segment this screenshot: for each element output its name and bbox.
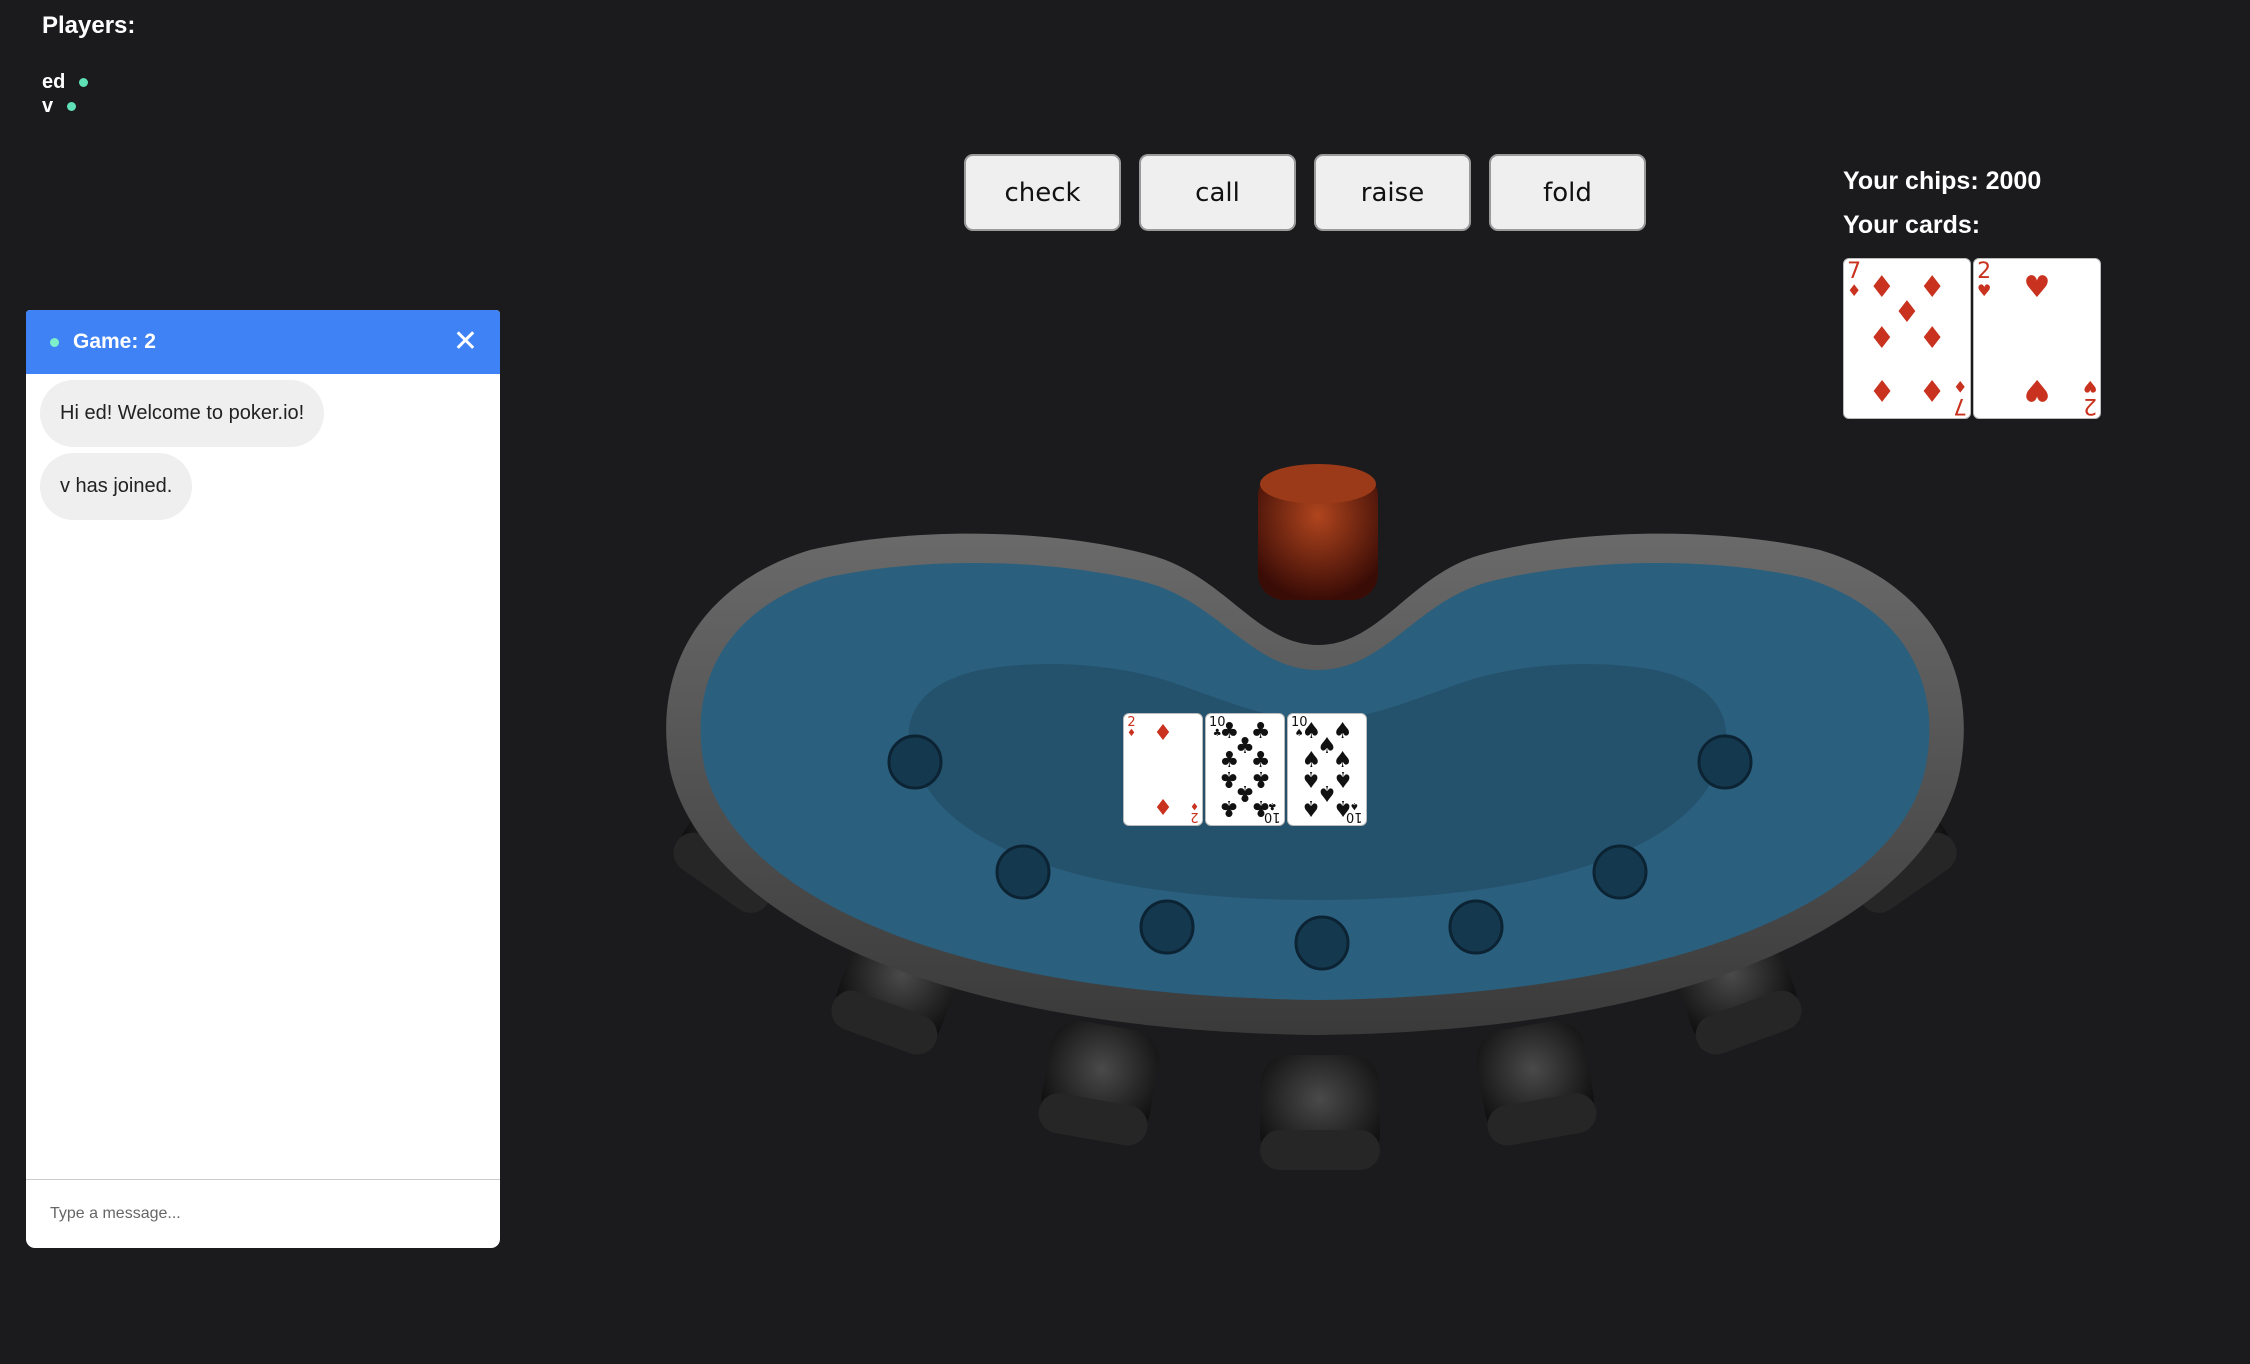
online-status-icon	[79, 77, 89, 87]
online-status-icon	[67, 101, 77, 111]
player-name: ed	[42, 71, 66, 93]
chat-messages: Hi ed! Welcome to poker.io! v has joined…	[26, 374, 500, 532]
community-card: 2 ♦ 2 ♦ ♦ ♦	[1123, 713, 1203, 826]
card-pips: ♥ ♥	[1974, 259, 2100, 418]
card-pips: ♣ ♣ ♣ ♣ ♣ ♣ ♣ ♣ ♣ ♣	[1206, 714, 1284, 825]
spades-pip-icon: ♠	[1301, 795, 1322, 821]
cards-label: Your cards:	[1843, 211, 1981, 239]
diamonds-pip-icon: ♦	[1918, 372, 1946, 408]
hole-card: 2 ♥ 2 ♥ ♥ ♥	[1973, 258, 2101, 419]
players-panel: Players: ed v	[42, 12, 135, 118]
hearts-pip-icon: ♥	[2023, 372, 2051, 408]
diamonds-pip-icon: ♦	[1918, 320, 1946, 356]
community-card: 10 ♠ 10 ♠ ♠ ♠ ♠ ♠ ♠ ♠ ♠ ♠ ♠ ♠	[1287, 713, 1367, 826]
chat-window: Game: 2 ✕ Hi ed! Welcome to poker.io! v …	[26, 310, 500, 1248]
player-item: v	[42, 94, 135, 118]
diamonds-pip-icon: ♦	[1868, 269, 1896, 305]
chat-title: Game: 2	[73, 330, 156, 353]
chat-message-input[interactable]	[26, 1180, 500, 1248]
chat-message: Hi ed! Welcome to poker.io!	[40, 380, 325, 447]
dealer-chair	[1258, 464, 1378, 600]
player-name: v	[42, 95, 54, 117]
spades-pip-icon: ♠	[1332, 795, 1353, 821]
clubs-pip-icon: ♣	[1250, 795, 1271, 821]
diamonds-pip-icon: ♦	[1868, 372, 1896, 408]
card-pips: ♠ ♠ ♠ ♠ ♠ ♠ ♠ ♠ ♠ ♠	[1288, 714, 1366, 825]
diamonds-pip-icon: ♦	[1893, 295, 1921, 331]
player-item: ed	[42, 70, 135, 94]
check-button[interactable]: check	[964, 154, 1121, 231]
player-info: Your chips: 2000 Your cards:	[1843, 167, 2041, 255]
hole-cards: 7 ♦ 7 ♦ ♦ ♦ ♦ ♦ ♦ ♦ ♦ 2 ♥ 2 ♥ ♥ ♥	[1843, 258, 2101, 419]
card-pips: ♦ ♦ ♦ ♦ ♦ ♦ ♦	[1844, 259, 1970, 418]
hearts-pip-icon: ♥	[2023, 269, 2051, 305]
call-button[interactable]: call	[1139, 154, 1296, 231]
chat-header: Game: 2 ✕	[26, 310, 500, 374]
players-heading: Players:	[42, 12, 136, 39]
action-bar: check call raise fold	[964, 154, 1646, 231]
player-list: ed v	[42, 70, 135, 118]
diamonds-pip-icon: ♦	[1153, 720, 1173, 746]
chat-message: v has joined.	[40, 453, 193, 520]
community-cards: 2 ♦ 2 ♦ ♦ ♦ 10 ♣ 10 ♣ ♣ ♣ ♣ ♣ ♣ ♣ ♣ ♣ ♣ ♣ 10 ♠ 10 ♠ ♠ ♠ ♠ ♠ ♠ ♠ ♠ ♠ ♠ ♠	[1123, 713, 1367, 826]
community-card: 10 ♣ 10 ♣ ♣ ♣ ♣ ♣ ♣ ♣ ♣ ♣ ♣ ♣	[1205, 713, 1285, 826]
diamonds-pip-icon: ♦	[1153, 793, 1173, 819]
clubs-pip-icon: ♣	[1219, 795, 1240, 821]
diamonds-pip-icon: ♦	[1868, 320, 1896, 356]
close-icon[interactable]: ✕	[453, 327, 478, 357]
chip-count: Your chips: 2000	[1843, 167, 2042, 195]
raise-button[interactable]: raise	[1314, 154, 1471, 231]
hole-card: 7 ♦ 7 ♦ ♦ ♦ ♦ ♦ ♦ ♦ ♦	[1843, 258, 1971, 419]
fold-button[interactable]: fold	[1489, 154, 1646, 231]
chat-input-bar	[26, 1179, 500, 1248]
diamonds-pip-icon: ♦	[1918, 269, 1946, 305]
online-status-icon	[50, 337, 59, 347]
card-pips: ♦ ♦	[1124, 714, 1202, 825]
